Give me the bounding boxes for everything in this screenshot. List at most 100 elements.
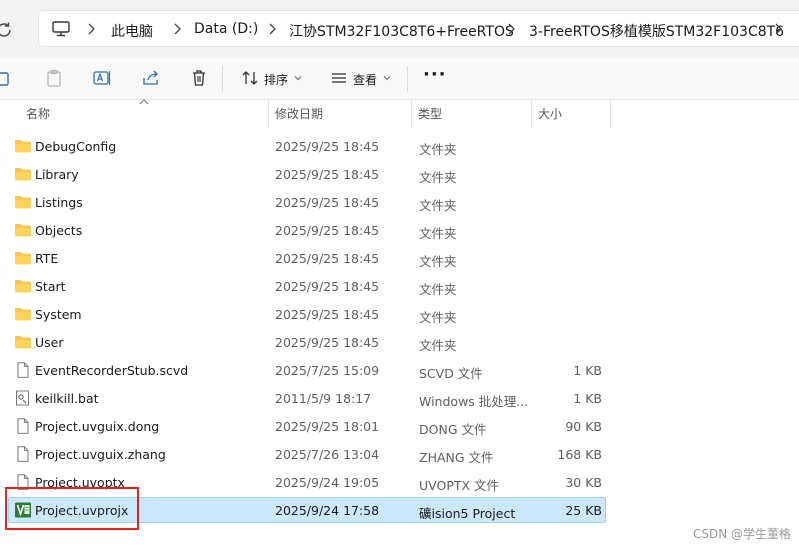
folder-icon bbox=[14, 138, 32, 154]
file-name: Objects bbox=[35, 223, 83, 238]
breadcrumb-item-this-pc[interactable]: 此电脑 bbox=[111, 21, 153, 41]
refresh-icon[interactable] bbox=[0, 20, 14, 40]
file-date: 2025/9/25 18:45 bbox=[275, 139, 380, 154]
column-header-date[interactable]: 修改日期 bbox=[275, 100, 323, 128]
chevron-right-icon[interactable] bbox=[86, 22, 96, 36]
file-type: 礦ision5 Project bbox=[419, 506, 516, 521]
sort-icon[interactable] bbox=[240, 68, 260, 88]
chevron-down-icon[interactable] bbox=[383, 75, 391, 81]
table-row[interactable]: EventRecorderStub.scvd 2025/7/25 15:09 S… bbox=[8, 357, 606, 383]
file-size: 168 KB bbox=[557, 447, 602, 462]
column-header-size[interactable]: 大小 bbox=[538, 100, 562, 128]
table-row[interactable]: DebugConfig 2025/9/25 18:45 文件夹 bbox=[8, 133, 606, 159]
table-row[interactable]: Project.uvguix.zhang 2025/7/26 13:04 ZHA… bbox=[8, 441, 606, 467]
delete-icon[interactable] bbox=[189, 68, 209, 88]
file-name: keilkill.bat bbox=[35, 391, 99, 406]
file-date: 2025/7/25 15:09 bbox=[275, 363, 380, 378]
file-date: 2025/9/25 18:45 bbox=[275, 335, 380, 350]
table-row[interactable]: Library 2025/9/25 18:45 文件夹 bbox=[8, 161, 606, 187]
breadcrumb-item-project-root[interactable]: 江协STM32F103C8T6+FreeRTOS bbox=[289, 21, 514, 41]
file-date: 2025/9/24 17:58 bbox=[275, 503, 380, 518]
file-size: 30 KB bbox=[565, 475, 602, 490]
chevron-down-icon[interactable] bbox=[294, 75, 302, 81]
breadcrumb-item-drive[interactable]: Data (D:) bbox=[194, 21, 258, 37]
folder-icon bbox=[14, 334, 32, 350]
file-type: Windows 批处理... bbox=[419, 394, 529, 409]
chevron-right-icon[interactable] bbox=[773, 22, 783, 36]
keil-project-icon bbox=[14, 502, 32, 518]
file-type: 文件夹 bbox=[419, 198, 457, 213]
file-type: 文件夹 bbox=[419, 254, 457, 269]
file-name: Project.uvguix.dong bbox=[35, 419, 160, 434]
column-divider[interactable] bbox=[610, 100, 611, 128]
file-type: 文件夹 bbox=[419, 142, 457, 157]
file-date: 2025/9/25 18:45 bbox=[275, 251, 380, 266]
paste-icon[interactable] bbox=[44, 68, 64, 88]
column-header-type[interactable]: 类型 bbox=[418, 100, 442, 128]
share-icon[interactable] bbox=[141, 68, 161, 88]
file-name: DebugConfig bbox=[35, 139, 117, 154]
file-date: 2025/7/26 13:04 bbox=[275, 447, 380, 462]
file-icon bbox=[14, 418, 32, 434]
file-icon bbox=[14, 474, 32, 490]
sort-ascending-arrow-icon bbox=[139, 99, 149, 105]
file-name: Project.uvguix.zhang bbox=[35, 447, 166, 462]
column-header-name[interactable]: 名称 bbox=[26, 100, 50, 128]
table-row[interactable]: Project.uvguix.dong 2025/9/25 18:01 DONG… bbox=[8, 413, 606, 439]
breadcrumb[interactable]: 此电脑 Data (D:) 江协STM32F103C8T6+FreeRTOS 3… bbox=[38, 10, 799, 47]
folder-icon bbox=[14, 306, 32, 322]
rename-icon[interactable] bbox=[92, 68, 112, 88]
more-options-button[interactable]: ··· bbox=[423, 64, 447, 85]
file-name: Start bbox=[35, 279, 66, 294]
chevron-right-icon[interactable] bbox=[506, 22, 516, 36]
view-button[interactable]: 查看 bbox=[353, 71, 377, 88]
file-name: User bbox=[35, 335, 64, 350]
file-date: 2025/9/25 18:45 bbox=[275, 223, 380, 238]
table-row[interactable]: Objects 2025/9/25 18:45 文件夹 bbox=[8, 217, 606, 243]
column-divider[interactable] bbox=[531, 100, 532, 128]
file-name: Library bbox=[35, 167, 79, 182]
file-date: 2011/5/9 18:17 bbox=[275, 391, 372, 406]
file-name: RTE bbox=[35, 251, 59, 266]
table-row[interactable]: System 2025/9/25 18:45 文件夹 bbox=[8, 301, 606, 327]
chevron-right-icon[interactable] bbox=[267, 22, 277, 36]
table-row[interactable]: Project.uvoptx 2025/9/24 19:05 UVOPTX 文件… bbox=[8, 469, 606, 495]
file-date: 2025/9/25 18:45 bbox=[275, 167, 380, 182]
file-type: ZHANG 文件 bbox=[419, 450, 494, 465]
computer-icon[interactable] bbox=[51, 20, 71, 38]
command-bar: 排序 查看 ··· bbox=[0, 58, 799, 100]
view-icon[interactable] bbox=[329, 68, 349, 88]
table-row[interactable]: RTE 2025/9/25 18:45 文件夹 bbox=[8, 245, 606, 271]
file-name: EventRecorderStub.scvd bbox=[35, 363, 189, 378]
file-date: 2025/9/24 19:05 bbox=[275, 475, 380, 490]
column-header: 名称 修改日期 类型 大小 bbox=[0, 99, 799, 130]
address-bar-area: 此电脑 Data (D:) 江协STM32F103C8T6+FreeRTOS 3… bbox=[0, 0, 799, 58]
file-name: Project.uvprojx bbox=[35, 503, 129, 518]
table-row[interactable]: keilkill.bat 2011/5/9 18:17 Windows 批处理.… bbox=[8, 385, 606, 411]
file-name: Project.uvoptx bbox=[35, 475, 125, 490]
file-size: 25 KB bbox=[565, 503, 602, 518]
batch-file-icon bbox=[14, 390, 32, 406]
table-row[interactable]: Listings 2025/9/25 18:45 文件夹 bbox=[8, 189, 606, 215]
file-type: 文件夹 bbox=[419, 310, 457, 325]
file-size: 1 KB bbox=[573, 391, 602, 406]
toolbar-divider bbox=[222, 66, 223, 92]
file-icon bbox=[14, 446, 32, 462]
file-type: UVOPTX 文件 bbox=[419, 478, 500, 493]
file-type: 文件夹 bbox=[419, 282, 457, 297]
column-divider[interactable] bbox=[411, 100, 412, 128]
file-name: Listings bbox=[35, 195, 83, 210]
folder-icon bbox=[14, 166, 32, 182]
chevron-right-icon[interactable] bbox=[172, 22, 182, 36]
copy-icon[interactable] bbox=[0, 68, 12, 88]
file-type: SCVD 文件 bbox=[419, 366, 483, 381]
table-row-selected[interactable]: Project.uvprojx 2025/9/24 17:58 礦ision5 … bbox=[8, 497, 606, 523]
sort-button[interactable]: 排序 bbox=[264, 71, 288, 88]
breadcrumb-item-current-folder[interactable]: 3-FreeRTOS移植模版STM32F103C8T6 bbox=[529, 21, 784, 41]
toolbar-divider bbox=[407, 66, 408, 92]
table-row[interactable]: Start 2025/9/25 18:45 文件夹 bbox=[8, 273, 606, 299]
column-divider[interactable] bbox=[268, 100, 269, 128]
folder-icon bbox=[14, 250, 32, 266]
table-row[interactable]: User 2025/9/25 18:45 文件夹 bbox=[8, 329, 606, 355]
file-date: 2025/9/25 18:45 bbox=[275, 307, 380, 322]
